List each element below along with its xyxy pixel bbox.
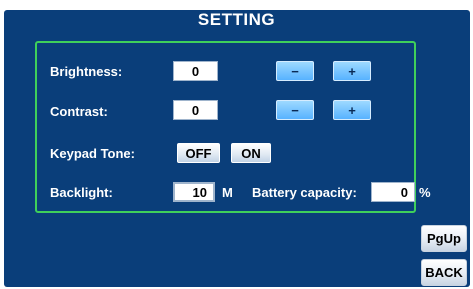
brightness-decrease-button[interactable]: − <box>276 61 314 81</box>
minus-icon: − <box>291 102 299 118</box>
plus-icon: + <box>348 102 356 118</box>
keypad-tone-label: Keypad Tone: <box>50 146 135 161</box>
brightness-increase-button[interactable]: + <box>333 61 371 81</box>
page-title: SETTING <box>197 10 276 29</box>
brightness-label: Brightness: <box>50 64 123 79</box>
brightness-value-field[interactable]: 0 <box>173 61 218 81</box>
contrast-label: Contrast: <box>50 104 108 119</box>
backlight-label: Backlight: <box>50 185 113 200</box>
back-button[interactable]: BACK <box>421 259 467 286</box>
contrast-decrease-button[interactable]: − <box>276 100 314 120</box>
setting-screen: SETTING Brightness: 0 − + Contrast: 0 − … <box>0 0 473 289</box>
pgup-button[interactable]: PgUp <box>421 225 467 252</box>
contrast-increase-button[interactable]: + <box>333 100 371 120</box>
battery-capacity-field: 0 <box>371 182 415 202</box>
backlight-value-field[interactable]: 10 <box>173 182 215 202</box>
backlight-unit: M <box>222 185 233 200</box>
battery-capacity-label: Battery capacity: <box>252 185 357 200</box>
battery-capacity-unit: % <box>419 185 431 200</box>
minus-icon: − <box>291 63 299 79</box>
plus-icon: + <box>348 63 356 79</box>
keypad-tone-on-button[interactable]: ON <box>231 143 271 163</box>
contrast-value-field[interactable]: 0 <box>173 100 218 120</box>
keypad-tone-off-button[interactable]: OFF <box>177 143 220 163</box>
